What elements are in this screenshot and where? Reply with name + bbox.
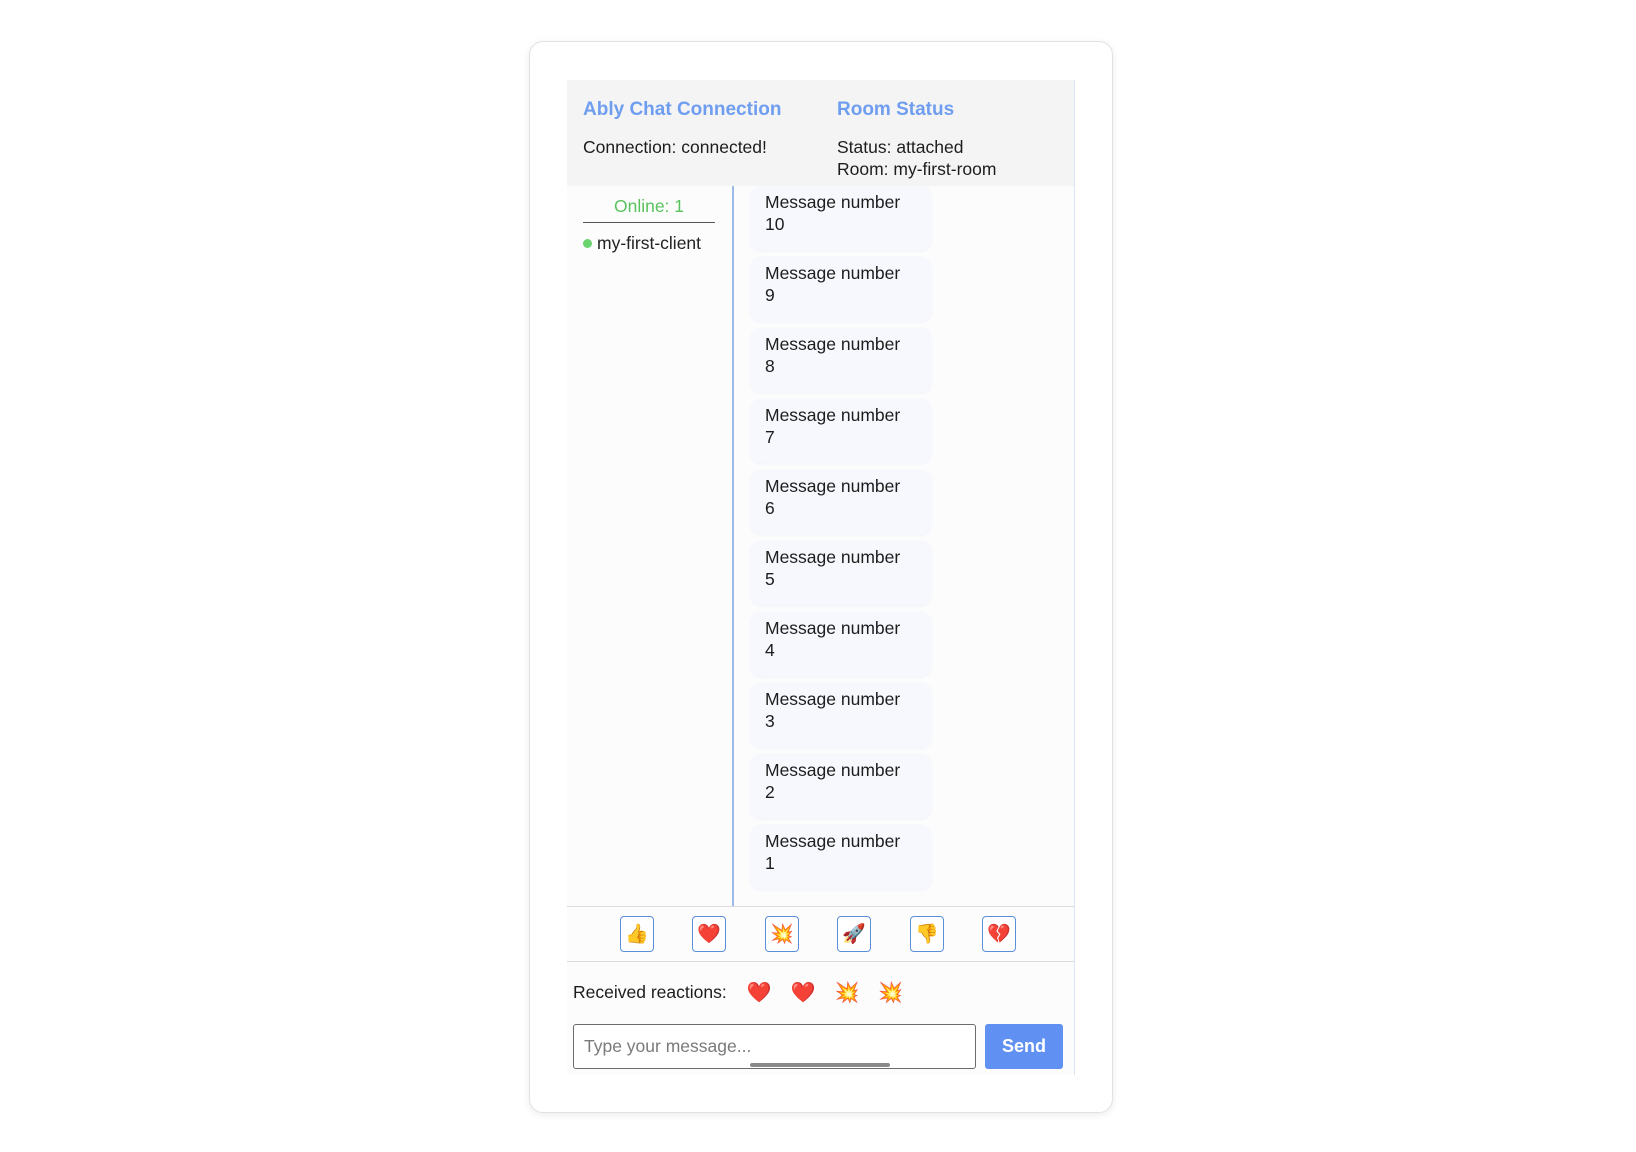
online-dot-icon — [583, 239, 592, 248]
home-indicator — [750, 1063, 890, 1067]
message-text: Message number — [765, 476, 901, 496]
rocket-icon: 🚀 — [842, 923, 866, 945]
message-bubble: Message number 1 — [751, 825, 931, 889]
message-number: 4 — [765, 640, 775, 660]
presence-panel: Online: 1 my-first-client — [583, 186, 715, 254]
message-text: Message number — [765, 760, 901, 780]
message-bubble: Message number 7 — [751, 399, 931, 463]
heart-icon: ❤️ — [746, 981, 772, 1004]
connection-title: Ably Chat Connection — [583, 99, 782, 120]
connection-status: Connection: connected! — [583, 137, 767, 157]
message-number: 5 — [765, 569, 775, 589]
collision-icon: 💥 — [770, 923, 794, 945]
message-text: Message number — [765, 547, 901, 567]
message-number: 2 — [765, 782, 775, 802]
message-bubble: Message number 4 — [751, 612, 931, 676]
thumbs-down-icon: 👎 — [915, 923, 939, 945]
reaction-button-heart[interactable]: ❤️ — [692, 916, 726, 952]
message-number: 3 — [765, 711, 775, 731]
reaction-button-broken-heart[interactable]: 💔 — [982, 916, 1016, 952]
heart-icon: ❤️ — [697, 923, 721, 945]
send-button[interactable]: Send — [985, 1024, 1063, 1069]
room-title: Room Status — [837, 99, 955, 120]
online-count: Online: 1 — [583, 186, 715, 223]
room-status: Status: attached — [837, 137, 964, 157]
message-text: Message number — [765, 618, 901, 638]
heart-icon: ❤️ — [790, 981, 816, 1004]
reactions-bottom-divider — [567, 961, 1074, 962]
message-text: Message number — [765, 405, 901, 425]
message-bubble: Message number 5 — [751, 541, 931, 605]
reaction-button-thumbs-down[interactable]: 👎 — [910, 916, 944, 952]
room-name: Room: my-first-room — [837, 159, 997, 179]
received-reactions-label: Received reactions: — [573, 981, 727, 1002]
message-number: 6 — [765, 498, 775, 518]
message-text: Message number — [765, 831, 901, 851]
message-number: 9 — [765, 285, 775, 305]
chat-app: Ably Chat Connection Connection: connect… — [567, 80, 1075, 1075]
received-reactions: Received reactions: ❤️ ❤️ 💥 💥 — [573, 977, 903, 1007]
reaction-button-collision[interactable]: 💥 — [765, 916, 799, 952]
message-bubble: Message number 10 — [751, 186, 931, 250]
message-number: 1 — [765, 853, 775, 873]
message-number: 10 — [765, 214, 785, 234]
message-bubble: Message number 6 — [751, 470, 931, 534]
collision-icon: 💥 — [878, 981, 904, 1004]
message-number: 8 — [765, 356, 775, 376]
message-bubble: Message number 3 — [751, 683, 931, 747]
online-user-name: my-first-client — [597, 233, 702, 253]
message-text: Message number — [765, 334, 901, 354]
room-panel: Room Status Status: attached Room: my-fi… — [837, 98, 996, 180]
collision-icon: 💥 — [834, 981, 860, 1004]
received-reactions-list: ❤️ ❤️ 💥 💥 — [747, 980, 904, 1005]
thumbs-up-icon: 👍 — [625, 923, 649, 945]
online-user: my-first-client — [583, 233, 715, 254]
message-bubble: Message number 8 — [751, 328, 931, 392]
reaction-button-rocket[interactable]: 🚀 — [837, 916, 871, 952]
message-list[interactable]: Message number 10 Message number 9 Messa… — [734, 186, 1074, 906]
message-number: 7 — [765, 427, 775, 447]
reaction-button-thumbs-up[interactable]: 👍 — [620, 916, 654, 952]
connection-panel: Ably Chat Connection Connection: connect… — [583, 98, 781, 158]
message-text: Message number — [765, 263, 901, 283]
broken-heart-icon: 💔 — [987, 923, 1011, 945]
status-header: Ably Chat Connection Connection: connect… — [567, 80, 1074, 186]
message-text: Message number — [765, 689, 901, 709]
message-text: Message number — [765, 192, 901, 212]
message-bubble: Message number 9 — [751, 257, 931, 321]
message-bubble: Message number 2 — [751, 754, 931, 818]
reactions-top-divider — [567, 906, 1074, 907]
